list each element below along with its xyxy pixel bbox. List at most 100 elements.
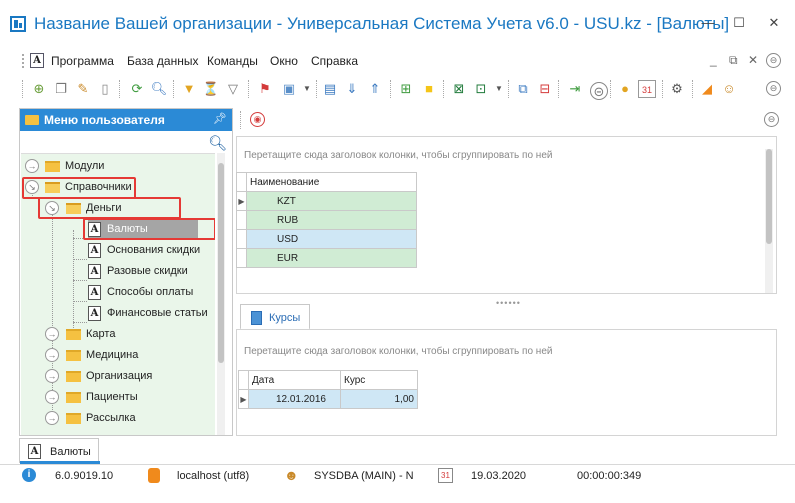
table-cell[interactable]: EUR <box>246 248 417 268</box>
tree-item-discount-reasons[interactable]: A Основания скидки <box>66 240 215 261</box>
filter-settings-icon[interactable]: ▽ <box>224 80 242 98</box>
expand-icon[interactable]: → <box>45 348 59 362</box>
tab-rates[interactable]: Курсы <box>240 304 310 330</box>
add-icon[interactable]: ⊕ <box>30 80 48 98</box>
flag-icon[interactable]: ⚑ <box>256 80 274 98</box>
tree-item-organization[interactable]: → Организация <box>21 366 211 387</box>
dropdown-arrow-icon[interactable]: ▼ <box>490 80 508 98</box>
pin-icon[interactable]: 📌︎ <box>213 112 227 125</box>
expand-icon[interactable]: → <box>45 369 59 383</box>
export-excel-icon[interactable]: ⊠ <box>450 80 468 98</box>
table-cell[interactable]: 1,00 <box>340 389 418 409</box>
menu-collapse-button[interactable]: ⊖ <box>766 53 781 68</box>
table-row[interactable]: RUB <box>236 210 417 230</box>
close-button[interactable]: ✕ <box>763 13 785 33</box>
tree-item-financial-articles[interactable]: A Финансовые статьи <box>66 303 215 324</box>
document-icon: A <box>88 264 101 279</box>
rss-icon[interactable]: ◢ <box>698 80 716 98</box>
menu-commands[interactable]: Команды <box>207 54 258 68</box>
image-icon[interactable]: ▣ <box>280 80 298 98</box>
dropdown-arrow-icon[interactable]: ▼ <box>298 80 316 98</box>
menu-program[interactable]: Программа <box>51 54 114 68</box>
title-bar: Название Вашей организации - Универсальн… <box>0 0 795 46</box>
menu-window[interactable]: Окно <box>270 54 298 68</box>
table-cell[interactable]: USD <box>246 229 417 249</box>
tree-item-label: Пациенты <box>86 391 138 403</box>
menu-database[interactable]: База данных <box>127 54 198 68</box>
column-header-date[interactable]: Дата <box>248 370 341 390</box>
menu-help[interactable]: Справка <box>311 54 358 68</box>
expand-icon[interactable]: → <box>25 159 39 173</box>
tree-item-medicine[interactable]: → Медицина <box>21 345 211 366</box>
rates-table: Дата Курс ▶ 12.01.2016 1,00 <box>238 370 418 409</box>
table-cell[interactable]: KZT <box>246 191 417 211</box>
tree-item-payment-methods[interactable]: A Способы оплаты <box>66 282 215 303</box>
grid-scrollbar[interactable] <box>765 149 773 293</box>
toolbar-collapse-button[interactable]: ⊖ <box>766 81 781 96</box>
collapse-icon[interactable]: ⇑ <box>366 80 384 98</box>
mdi-minimize-button[interactable]: _ <box>710 53 717 67</box>
expand-icon[interactable]: ⇓ <box>343 80 361 98</box>
edit-icon[interactable]: ✎ <box>74 80 92 98</box>
tree-item-label: Основания скидки <box>107 244 201 256</box>
search-icon[interactable]: 🔍︎ <box>150 80 168 98</box>
tree-item-one-time-discounts[interactable]: A Разовые скидки <box>66 261 215 282</box>
search-icon[interactable]: 🔍︎ <box>208 134 227 152</box>
close-window-icon[interactable]: ⊟ <box>536 80 554 98</box>
mdi-restore-button[interactable]: ⧉ <box>729 53 738 68</box>
location-icon[interactable]: ● <box>616 80 634 98</box>
table-row[interactable]: USD <box>236 229 417 249</box>
user-icon: ☻ <box>284 467 299 483</box>
minimize-button[interactable]: — <box>697 13 719 33</box>
grid-toolbar-collapse-button[interactable]: ⊖ <box>764 112 779 127</box>
tab-currencies[interactable]: A Валюты <box>19 438 100 464</box>
filter-icon[interactable]: ▼ <box>180 80 198 98</box>
grid-icon[interactable]: ▤ <box>321 80 339 98</box>
toolbar-grip <box>240 111 241 129</box>
table-cell[interactable]: RUB <box>246 210 417 230</box>
server-label: localhost (utf8) <box>177 470 250 482</box>
settings-icon[interactable]: ⚙ <box>668 80 686 98</box>
exit-icon[interactable]: ⇥ <box>566 80 584 98</box>
note-icon[interactable]: ■ <box>420 80 438 98</box>
document-icon: A <box>28 444 41 459</box>
filter-clear-icon[interactable]: ⏳ <box>202 80 220 98</box>
menu-grip <box>22 54 24 68</box>
new-window-icon[interactable]: ⧉ <box>514 80 532 98</box>
mdi-close-button[interactable]: ✕ <box>748 53 758 67</box>
tree-item-label: Способы оплаты <box>107 286 194 298</box>
row-indicator <box>236 210 247 230</box>
tree-item-modules[interactable]: → Модули <box>21 156 211 177</box>
expand-icon[interactable]: → <box>45 327 59 341</box>
table-row[interactable]: EUR <box>236 248 417 268</box>
info-icon: i <box>22 468 36 482</box>
book-icon <box>251 311 262 325</box>
tree-item-patients[interactable]: → Пациенты <box>21 387 211 408</box>
tree-item-card[interactable]: → Карта <box>21 324 211 345</box>
maximize-button[interactable]: ☐ <box>728 13 750 33</box>
expand-icon[interactable]: → <box>45 411 59 425</box>
scrollbar-thumb[interactable] <box>766 149 772 244</box>
date-label: 19.03.2020 <box>471 470 527 482</box>
table-cell[interactable]: 12.01.2016 <box>248 389 341 409</box>
expand-icon[interactable]: → <box>45 390 59 404</box>
users-icon[interactable]: ☺ <box>720 80 738 98</box>
refresh-icon[interactable]: ⟳ <box>128 80 146 98</box>
back-icon[interactable]: ⊝ <box>590 82 608 100</box>
table-row[interactable]: ▶ KZT <box>236 191 417 211</box>
table-row[interactable]: ▶ 12.01.2016 1,00 <box>238 389 418 409</box>
column-header-name[interactable]: Наименование <box>246 172 417 192</box>
scrollbar-thumb[interactable] <box>218 163 224 363</box>
import-excel-icon[interactable]: ⊡ <box>472 80 490 98</box>
user-menu-tree: → Модули ↘ Справочники ↘ Деньги A Валюты… <box>21 153 215 435</box>
grid-toolbar: ◉ ⊖ <box>236 108 779 132</box>
delete-icon[interactable]: ▯ <box>96 80 114 98</box>
tree-item-mailing[interactable]: → Рассылка <box>21 408 211 429</box>
calendar-icon[interactable]: 31 <box>638 80 656 98</box>
copy-icon[interactable]: ❐ <box>52 80 70 98</box>
add-row-icon[interactable]: ⊞ <box>397 80 415 98</box>
stop-icon[interactable]: ◉ <box>250 112 265 127</box>
column-header-rate[interactable]: Курс <box>340 370 418 390</box>
tree-scrollbar[interactable] <box>217 153 225 435</box>
currency-table: Наименование ▶ KZT RUB USD EUR <box>236 172 417 268</box>
